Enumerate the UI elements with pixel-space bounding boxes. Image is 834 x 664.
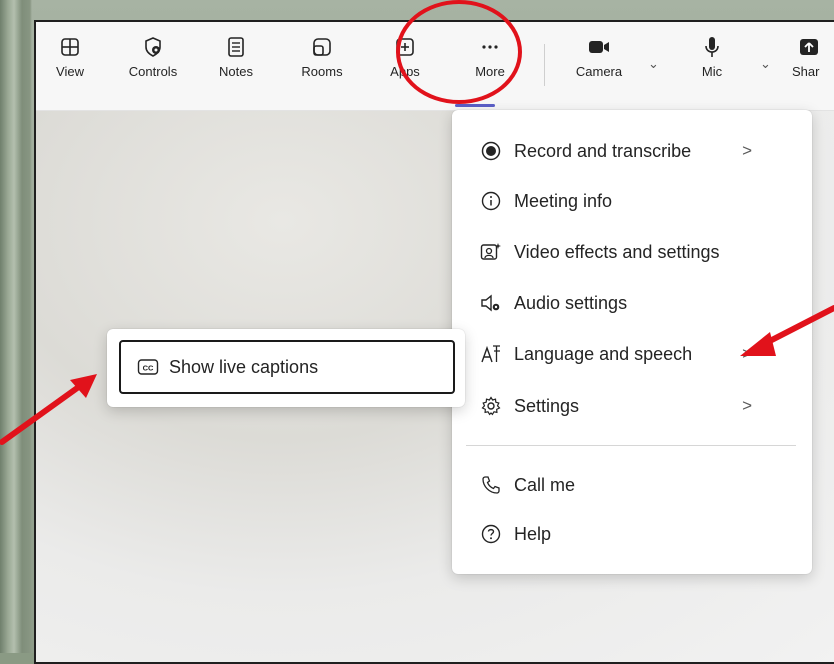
menu-item-settings[interactable]: Settings > [452,385,812,427]
show-live-captions-button[interactable]: CC Show live captions [119,340,455,394]
menu-item-label: Meeting info [514,190,613,211]
annotation-circle [396,0,522,104]
menu-item-label: Video effects and settings [514,241,720,262]
mic-options-chevron-icon[interactable]: ⌄ [760,56,771,72]
rooms-button[interactable]: Rooms [292,36,352,79]
rooms-icon [313,38,331,56]
language-icon [480,343,502,365]
annotation-arrow-right [740,305,834,356]
speaker-gear-icon [480,292,502,314]
show-live-captions-label: Show live captions [169,356,319,377]
menu-item-video-effects[interactable]: Video effects and settings [452,231,812,273]
share-button[interactable]: Shar [788,36,828,79]
menu-item-label: Settings [514,395,580,416]
camera-label: Camera [575,64,623,79]
view-label: View [56,64,84,79]
menu-item-label: Call me [514,474,576,495]
shield-gear-icon [145,37,161,57]
submenu-arrow-icon: > [742,141,752,160]
notes-button[interactable]: Notes [206,36,266,79]
menu-divider [466,445,796,446]
menu-item-help[interactable]: Help [452,513,812,555]
gear-icon [480,395,502,417]
controls-button[interactable]: Controls [123,36,183,79]
share-icon [800,39,818,55]
menu-item-label: Help [514,523,552,544]
view-button[interactable]: View [40,36,100,79]
menu-item-meeting-info[interactable]: Meeting info [452,180,812,222]
svg-text:CC: CC [143,364,154,373]
controls-label: Controls [128,64,178,79]
phone-icon [480,474,502,496]
menu-item-call-me[interactable]: Call me [452,464,812,506]
mic-icon [705,37,719,57]
active-tab-indicator [455,104,495,107]
menu-item-record-and-transcribe[interactable]: Record and transcribe > [452,130,812,172]
cc-icon: CC [137,358,159,376]
rooms-label: Rooms [301,64,343,79]
video-effects-icon [480,241,502,263]
mic-button[interactable]: Mic [682,36,742,79]
notes-label: Notes [219,64,253,79]
submenu-arrow-icon: > [742,396,752,415]
notes-icon [228,37,244,57]
menu-item-label: Language and speech [514,343,693,364]
language-submenu: CC Show live captions [107,329,465,407]
toolbar-divider [544,44,545,86]
grid-view-icon [61,38,79,56]
menu-item-label: Audio settings [514,292,628,313]
camera-icon [589,41,609,53]
menu-item-label: Record and transcribe [514,140,692,161]
share-label: Shar [792,64,820,79]
help-icon [480,523,502,545]
mic-label: Mic [701,64,723,79]
camera-options-chevron-icon[interactable]: ⌄ [648,56,659,72]
info-icon [480,190,502,212]
annotation-arrow-left [0,374,97,445]
camera-button[interactable]: Camera [569,36,629,79]
record-icon [480,140,502,162]
